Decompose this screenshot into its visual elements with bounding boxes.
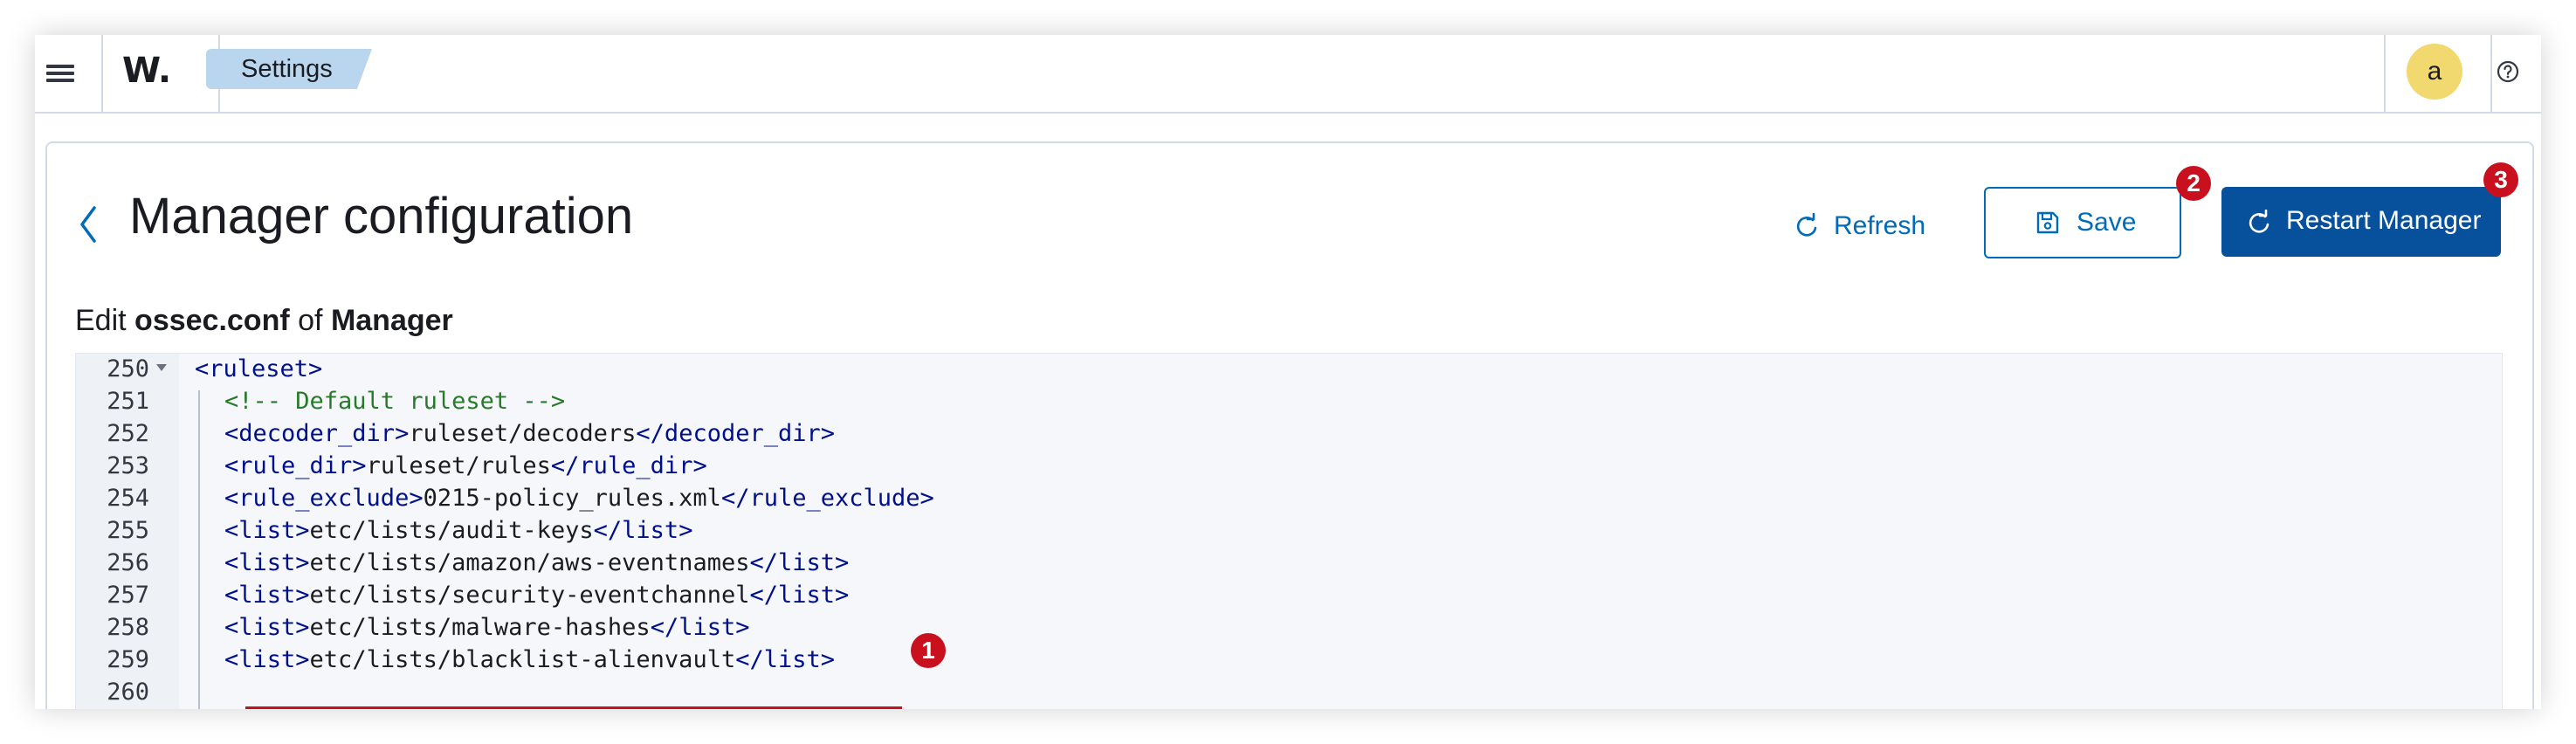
annotation-badge-2: 2 [2176,166,2211,201]
page-title: Manager configuration [129,188,634,245]
xml-text: etc/lists/security-eventchannel [309,582,750,609]
line-number: 252 [107,420,149,447]
xml-open-tag: <decoder_dir> [224,420,410,447]
save-button[interactable]: Save [1984,187,2181,258]
xml-text: etc/lists/blacklist-alienvault [309,646,736,673]
code-line-257[interactable]: <list>etc/lists/security-eventchannel</l… [224,582,849,609]
xml-open-tag: <list> [224,646,310,673]
xml-close-tag: </rule_dir> [550,452,707,479]
line-number: 250 [107,355,149,382]
code-line-252[interactable]: <decoder_dir>ruleset/decoders</decoder_d… [224,420,835,447]
xml-close-tag: </rule_exclude> [720,485,934,512]
avatar[interactable]: a [2407,44,2462,100]
annotation-badge-1: 1 [911,633,946,668]
line-gutter: 250 251 252 253 254 255 256 257 258 259 … [76,354,179,709]
subtitle-prefix: Edit [75,304,127,337]
line-number: 253 [107,452,149,479]
xml-text: etc/lists/malware-hashes [309,614,651,641]
menu-button[interactable] [35,35,103,112]
user-menu[interactable]: a [2384,35,2492,112]
save-icon [2036,211,2059,234]
subtitle-of: of [298,304,323,337]
xml-close-tag: </list> [735,646,836,673]
code-line-256[interactable]: <list>etc/lists/amazon/aws-eventnames</l… [224,549,849,576]
code-editor[interactable]: 250 251 252 253 254 255 256 257 258 259 … [75,353,2503,709]
refresh-icon [1796,213,1817,237]
code-line-258[interactable]: <list>etc/lists/malware-hashes</list> [224,614,749,641]
refresh-label: Refresh [1834,211,1926,240]
xml-close-tag: </list> [593,517,693,544]
restart-manager-button[interactable]: Restart Manager [2221,187,2501,257]
line-number: 254 [107,485,149,512]
xml-open-tag: <list> [224,614,310,641]
xml-text: ruleset/decoders [409,420,637,447]
line-number: 260 [107,679,149,706]
xml-open-tag: <rule_exclude> [224,485,424,512]
help-icon[interactable] [2496,59,2520,84]
highlight-underline [245,706,902,709]
edit-subtitle: Edit ossec.conf of Manager [75,304,453,338]
xml-tag: <ruleset> [195,355,323,382]
app-window: W. Settings a Manager configuration Refr… [35,35,2541,709]
xml-comment: <!-- Default ruleset --> [224,388,566,415]
logo[interactable]: W. [103,35,220,112]
code-line-251[interactable]: <!-- Default ruleset --> [224,388,565,415]
save-label: Save [2077,208,2137,237]
xml-open-tag: <list> [224,549,310,576]
xml-text: ruleset/rules [366,452,551,479]
indent-guide [198,390,200,709]
logo-text: W. [122,51,172,91]
fold-arrow-icon[interactable] [156,364,167,371]
code-line-259[interactable]: <list>etc/lists/blacklist-alienvault</li… [224,646,835,673]
code-line-253[interactable]: <rule_dir>ruleset/rules</rule_dir> [224,452,707,479]
xml-close-tag: </list> [749,549,850,576]
subtitle-file: ossec.conf [134,304,290,337]
xml-close-tag: </decoder_dir> [636,420,835,447]
breadcrumb-settings[interactable]: Settings [206,49,372,89]
xml-open-tag: <list> [224,517,310,544]
xml-close-tag: </list> [749,582,850,609]
code-line-254[interactable]: <rule_exclude>0215-policy_rules.xml</rul… [224,485,934,512]
code-line-255[interactable]: <list>etc/lists/audit-keys</list> [224,517,692,544]
restart-label: Restart Manager [2286,206,2482,235]
line-number: 251 [107,388,149,415]
xml-open-tag: <list> [224,582,310,609]
top-header: W. Settings a [35,35,2541,114]
breadcrumb-label: Settings [241,55,333,83]
xml-open-tag: <rule_dir> [224,452,367,479]
xml-text: etc/lists/audit-keys [309,517,594,544]
line-number: 255 [107,517,149,544]
xml-text: 0215-policy_rules.xml [423,485,721,512]
line-number: 258 [107,614,149,641]
line-number: 256 [107,549,149,576]
restart-icon [2249,210,2269,233]
line-number: 257 [107,582,149,609]
xml-close-tag: </list> [650,614,750,641]
annotation-badge-3: 3 [2483,162,2518,197]
line-number: 259 [107,646,149,673]
code-line-250[interactable]: <ruleset> [195,355,322,382]
subtitle-target: Manager [330,304,453,337]
back-arrow-icon[interactable] [73,201,103,248]
xml-text: etc/lists/amazon/aws-eventnames [309,549,750,576]
config-panel: Manager configuration Refresh Save 2 Res… [45,141,2534,709]
